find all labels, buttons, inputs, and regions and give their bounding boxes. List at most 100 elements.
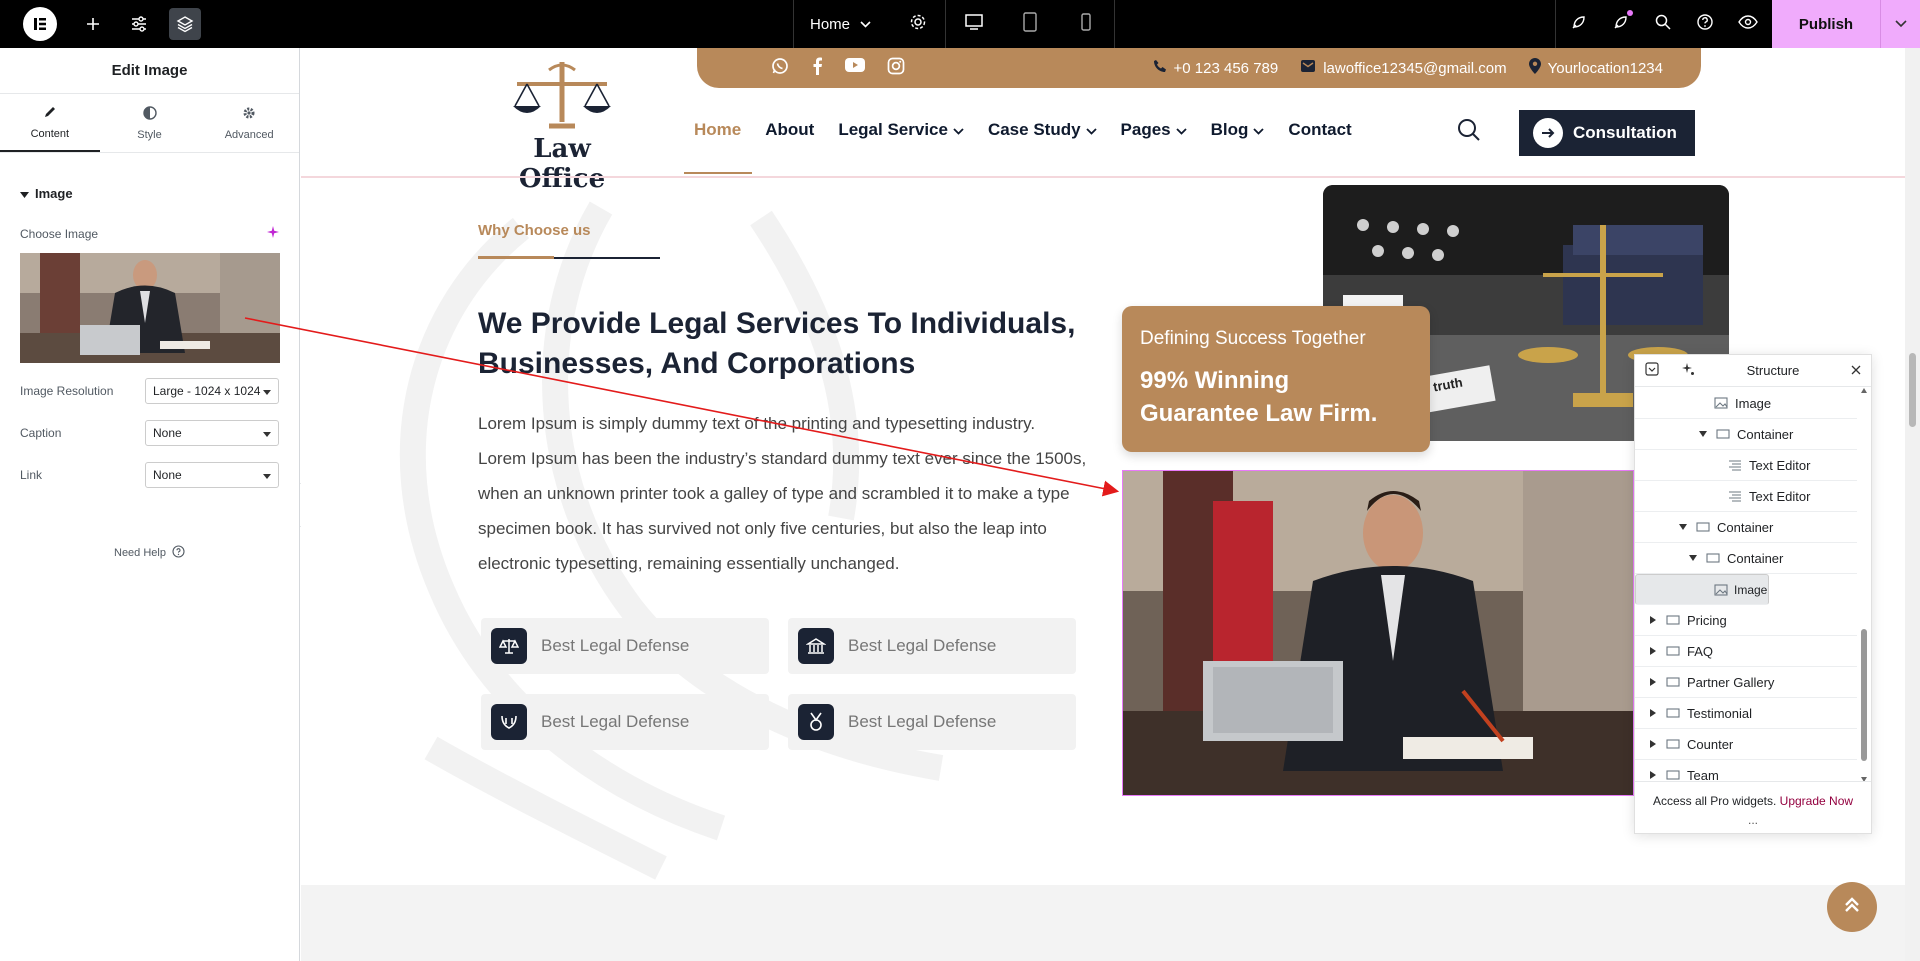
text-editor-icon [1727,459,1743,471]
section-image-toggle[interactable]: Image [0,183,299,203]
indicators-sparkle-icon[interactable] [1681,362,1695,379]
notifications-icon[interactable] [1612,9,1633,36]
nav-blog[interactable]: Blog [1211,112,1265,148]
page-selector[interactable]: Home [794,0,891,48]
caret-right-icon[interactable] [1647,771,1659,779]
section-eyebrow: Why Choose us [478,222,591,239]
publish-options-button[interactable] [1880,0,1920,48]
tree-item[interactable]: Container [1635,543,1857,574]
site-search-button[interactable] [1456,117,1482,148]
image-widget-icon [1713,397,1729,409]
scrollbar-thumb[interactable] [1909,353,1916,427]
tree-item[interactable]: Container [1635,419,1857,450]
location-contact[interactable]: Yourlocation1234 [1528,58,1663,78]
close-icon[interactable] [1851,363,1861,378]
search-icon[interactable] [1654,13,1672,36]
image-resolution-select[interactable]: Large - 1024 x 1024 [145,378,279,404]
nav-pages[interactable]: Pages [1121,112,1187,148]
mobile-view-button[interactable] [1058,0,1114,48]
feature-card: Best Legal Defense [788,694,1076,750]
nav-home[interactable]: Home [694,112,741,148]
tree-item-label: Counter [1687,736,1734,752]
tree-item[interactable]: Text Editor [1635,481,1857,512]
tab-advanced[interactable]: Advanced [199,94,299,152]
caret-down-icon[interactable] [1697,431,1709,437]
caret-right-icon[interactable] [1647,709,1659,717]
caret-right-icon[interactable] [1647,647,1659,655]
tree-item[interactable]: Team [1635,760,1857,782]
preview-eye-icon[interactable] [1738,14,1758,34]
youtube-icon[interactable] [845,57,865,79]
page-controls: Home [793,0,1116,48]
tree-item-label: Pricing [1687,612,1727,628]
tab-style[interactable]: Style [100,94,200,152]
tree-item[interactable]: Image [1635,388,1857,419]
chevron-down-icon [953,120,964,140]
page-settings-button[interactable] [891,0,947,48]
publish-button[interactable]: Publish [1772,0,1880,48]
nav-about[interactable]: About [765,112,814,148]
tablet-view-button[interactable] [1002,0,1058,48]
search-icon [1456,119,1482,147]
tree-item-label: Text Editor [1749,457,1811,473]
container-icon [1705,553,1721,563]
launchpad-rocket-icon[interactable] [1570,13,1588,36]
tree-item[interactable]: Pricing [1635,605,1857,636]
desktop-view-button[interactable] [946,0,1002,48]
scales-icon [491,628,527,664]
scroll-up-arrow-icon[interactable] [1861,387,1867,393]
selected-image-widget[interactable] [1122,470,1634,796]
tree-item[interactable]: Counter [1635,729,1857,760]
tree-item[interactable]: FAQ [1635,636,1857,667]
scroll-to-top-button[interactable] [1827,882,1877,932]
caption-value: None [153,426,182,440]
structure-layers-icon[interactable] [169,8,201,40]
image-thumbnail[interactable] [20,253,280,363]
tree-item-selected[interactable]: Image [1635,574,1769,605]
caret-down-icon[interactable] [1677,524,1689,530]
facebook-icon[interactable] [811,57,823,79]
caret-right-icon[interactable] [1647,740,1659,748]
nav-contact[interactable]: Contact [1288,112,1351,148]
consultation-button[interactable]: Consultation [1519,110,1695,156]
collapse-all-icon[interactable] [1645,362,1659,379]
nav-label: Legal Service [838,120,948,139]
site-settings-sliders-icon[interactable] [123,8,155,40]
nav-label: Blog [1210,120,1249,139]
instagram-icon[interactable] [887,57,905,79]
add-element-icon[interactable] [77,8,109,40]
success-card: Defining Success Together 99% Winning Gu… [1122,306,1430,452]
caret-right-icon[interactable] [1647,678,1659,686]
header-divider [301,176,1905,178]
canvas-scrollbar[interactable] [1905,48,1920,961]
nav-legal-service[interactable]: Legal Service [838,112,964,148]
tree-item[interactable]: Text Editor [1635,450,1857,481]
feature-card: Best Legal Defense [481,694,769,750]
caption-select[interactable]: None [145,420,279,446]
navigator-tree: Image Container Text Editor Text Editor … [1635,388,1857,782]
phone-contact[interactable]: +0 123 456 789 [1153,59,1278,77]
upgrade-now-link[interactable]: Upgrade Now [1780,794,1853,808]
caret-down-icon[interactable] [1687,555,1699,561]
tree-item-label: Image [1735,395,1772,411]
navigator-scrollbar-thumb[interactable] [1861,629,1867,761]
tab-content[interactable]: Content [0,94,100,152]
help-icon[interactable] [1696,13,1714,36]
nav-case-study[interactable]: Case Study [988,112,1097,148]
ai-sparkle-icon[interactable] [267,225,279,243]
tree-item[interactable]: Partner Gallery [1635,667,1857,698]
tree-item[interactable]: Testimonial [1635,698,1857,729]
navigator-scrollbar[interactable] [1861,388,1867,782]
whatsapp-icon[interactable] [771,57,789,79]
email-contact[interactable]: lawoffice12345@gmail.com [1300,59,1507,77]
feature-card: Best Legal Defense [481,618,769,674]
mobile-icon [1080,12,1092,37]
resize-handle[interactable]: ... [1635,814,1871,826]
need-help-link[interactable]: Need Help [0,545,299,561]
elementor-logo-icon[interactable] [23,7,57,41]
link-select[interactable]: None [145,462,279,488]
tree-item[interactable]: Container [1635,512,1857,543]
site-logo[interactable]: Law Office [487,56,637,194]
tree-item-label: Container [1737,426,1794,442]
caret-right-icon[interactable] [1647,616,1659,624]
